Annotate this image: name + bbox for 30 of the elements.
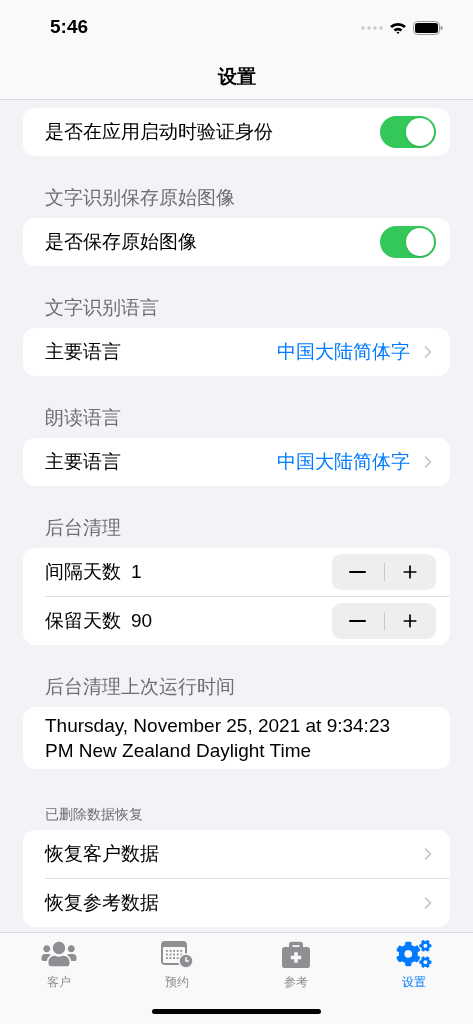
row-label: 保留天数 [45, 608, 121, 633]
last-run-time: Thursday, November 25, 2021 at 9:34:23 PM New Zealand Daylight Time [45, 714, 392, 763]
row-label: 间隔天数 [45, 559, 121, 584]
section-header: 文字识别语言 [45, 295, 159, 320]
row-label: 是否在应用启动时验证身份 [45, 119, 273, 144]
battery-icon [413, 20, 443, 35]
status-time: 5:46 [50, 15, 89, 40]
nav-title: 设置 [217, 64, 256, 89]
wifi-icon [389, 20, 407, 35]
section-header: 文字识别保存原始图像 [45, 185, 235, 210]
tab-item[interactable]: 设置 [354, 939, 473, 991]
row-label: 是否保存原始图像 [45, 229, 197, 254]
section-header: 后台清理上次运行时间 [45, 674, 235, 699]
day-count: 1 [131, 559, 143, 584]
recovery-row[interactable]: 恢复客户数据 [23, 830, 450, 878]
calendar-icon [161, 940, 194, 968]
medical-kit-icon [280, 940, 311, 968]
settings-icon [395, 940, 432, 968]
section-header: 后台清理 [45, 515, 121, 540]
language-row[interactable]: 主要语言 中国大陆简体字 [23, 328, 450, 376]
minus-icon [349, 620, 367, 622]
section-header: 朗读语言 [45, 405, 121, 430]
recovery-row[interactable]: 恢复参考数据 [23, 879, 450, 927]
day-count: 90 [131, 608, 154, 633]
minus-icon [349, 571, 367, 573]
toggle-switch[interactable] [380, 116, 436, 148]
section-header: 已删除数据恢复 [45, 804, 143, 824]
language-row[interactable]: 主要语言 中国大陆简体字 [23, 438, 450, 486]
toggle-switch[interactable] [380, 226, 436, 258]
signal-icon [361, 25, 383, 30]
